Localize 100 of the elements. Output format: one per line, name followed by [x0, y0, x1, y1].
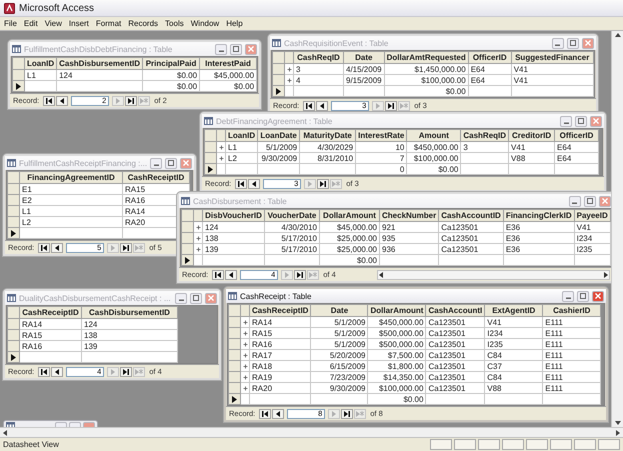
menu-item[interactable]: Edit — [24, 19, 38, 28]
column-header[interactable]: Date — [344, 52, 384, 64]
menu-item[interactable]: Tools — [165, 19, 184, 28]
minimize-button[interactable] — [215, 44, 228, 54]
row-selector[interactable] — [228, 394, 240, 404]
column-header[interactable]: Amount — [406, 130, 461, 142]
expand-toggle[interactable] — [240, 360, 250, 372]
horizontal-scrollbar[interactable] — [0, 427, 623, 437]
prev-record-button[interactable] — [316, 100, 328, 110]
menu-item[interactable]: Records — [128, 19, 158, 28]
expand-toggle[interactable] — [284, 74, 294, 86]
minimize-button[interactable] — [175, 292, 187, 304]
expand-toggle[interactable] — [216, 152, 226, 164]
column-header[interactable]: MaturityDate — [300, 130, 356, 142]
row-selector[interactable] — [8, 352, 20, 362]
expand-toggle[interactable] — [216, 142, 226, 152]
expand-toggle[interactable] — [194, 222, 202, 232]
minimize-button[interactable] — [150, 158, 162, 168]
column-header[interactable]: DollarAmount — [320, 210, 380, 222]
column-header[interactable]: LoanID — [24, 58, 57, 70]
minimize-button[interactable] — [552, 38, 564, 48]
menu-item[interactable]: Insert — [68, 19, 89, 28]
menu-item[interactable]: File — [4, 19, 17, 28]
menu-item[interactable]: View — [44, 19, 62, 28]
first-record-button[interactable] — [38, 242, 50, 252]
column-header[interactable]: OfficerID — [554, 130, 599, 142]
maximize-button[interactable] — [165, 158, 178, 168]
maximize-button[interactable] — [584, 196, 596, 206]
prev-record-button[interactable] — [51, 242, 64, 252]
column-header[interactable]: CreditorID — [508, 130, 555, 142]
maximize-button[interactable] — [577, 290, 589, 302]
last-record-button[interactable] — [120, 366, 132, 376]
expand-toggle[interactable] — [240, 372, 250, 382]
column-header[interactable]: VoucherDate — [264, 210, 320, 222]
first-record-button[interactable] — [43, 96, 56, 106]
column-header[interactable]: LoanDate — [258, 130, 300, 142]
first-record-button[interactable] — [259, 408, 272, 418]
column-header[interactable]: CashAccountID — [438, 210, 504, 222]
column-header[interactable]: DollarAmtRequested — [384, 52, 468, 64]
column-header[interactable]: InterestRate — [356, 130, 407, 142]
first-record-button[interactable] — [212, 270, 224, 280]
prev-record-button[interactable] — [51, 366, 64, 376]
column-header[interactable]: CashReqID — [294, 52, 344, 64]
column-header[interactable]: InterestPaid — [200, 58, 257, 70]
column-header[interactable]: CheckNumber — [380, 210, 439, 222]
column-header[interactable]: FinancingClerkID — [503, 210, 574, 222]
minimize-button[interactable] — [562, 290, 574, 302]
prev-record-button[interactable] — [56, 96, 68, 106]
column-header[interactable]: CashDisbursementID — [82, 306, 178, 318]
column-header[interactable]: DisbVoucherID — [202, 210, 264, 222]
column-header[interactable]: CashierID — [542, 304, 601, 316]
horizontal-scrollbar[interactable] — [376, 270, 610, 280]
menu-item[interactable]: Help — [226, 19, 243, 28]
row-selector[interactable] — [182, 254, 194, 266]
column-header[interactable]: CashAccountI — [426, 304, 485, 316]
maximize-button[interactable] — [575, 116, 587, 126]
first-record-button[interactable] — [38, 366, 50, 376]
column-header[interactable]: PrincipalPaid — [142, 58, 200, 70]
column-header[interactable]: FinancingAgreementID — [20, 172, 122, 184]
column-header[interactable]: ExtAgentID — [484, 304, 543, 316]
last-record-button[interactable] — [120, 242, 132, 252]
column-header[interactable]: PayeeID — [574, 210, 610, 222]
column-header[interactable]: CashReceiptID — [20, 306, 82, 318]
prev-record-button[interactable] — [248, 178, 260, 188]
close-button[interactable] — [592, 290, 604, 302]
expand-toggle[interactable] — [240, 316, 250, 328]
first-record-button[interactable] — [303, 100, 316, 110]
menu-item[interactable]: Window — [190, 19, 220, 28]
row-selector[interactable] — [204, 164, 216, 174]
first-record-button[interactable] — [235, 178, 248, 188]
last-record-button[interactable] — [385, 100, 398, 110]
column-header[interactable]: Date — [310, 304, 368, 316]
column-header[interactable]: DollarAmount — [368, 304, 426, 316]
expand-toggle[interactable] — [240, 382, 250, 394]
expand-toggle[interactable] — [284, 64, 294, 74]
last-record-button[interactable] — [125, 96, 138, 106]
row-selector[interactable] — [8, 228, 20, 238]
expand-toggle[interactable] — [240, 350, 250, 360]
column-header[interactable]: OfficerID — [468, 52, 512, 64]
column-header[interactable]: CashDisbursementID — [56, 58, 143, 70]
prev-record-button[interactable] — [272, 408, 284, 418]
expand-toggle[interactable] — [194, 244, 202, 254]
column-header[interactable]: CashReqID — [460, 130, 509, 142]
column-header[interactable]: CashReceiptID — [122, 172, 190, 184]
minimize-button[interactable] — [560, 116, 572, 126]
row-selector[interactable] — [12, 80, 24, 92]
expand-toggle[interactable] — [194, 232, 202, 244]
maximize-button[interactable] — [230, 44, 242, 54]
menu-item[interactable]: Format — [96, 19, 122, 28]
row-selector[interactable] — [272, 86, 284, 96]
column-header[interactable]: LoanID — [226, 130, 258, 142]
last-record-button[interactable] — [341, 408, 354, 418]
last-record-button[interactable] — [317, 178, 330, 188]
maximize-button[interactable] — [566, 38, 579, 48]
prev-record-button[interactable] — [225, 270, 238, 280]
column-header[interactable]: SuggestedFinancer — [511, 52, 594, 64]
expand-toggle[interactable] — [240, 338, 250, 350]
minimize-button[interactable] — [568, 196, 581, 206]
expand-toggle[interactable] — [240, 328, 250, 338]
maximize-button[interactable] — [190, 292, 202, 304]
